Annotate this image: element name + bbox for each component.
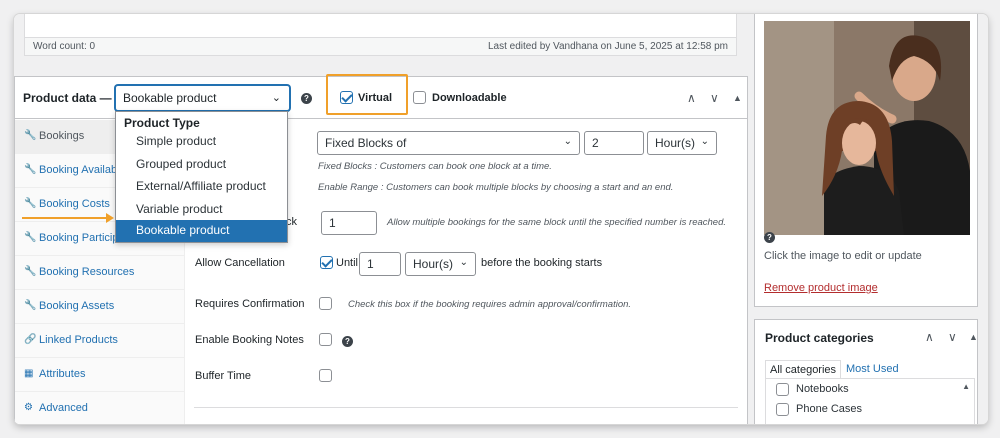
fixed-blocks-note: Fixed Blocks : Customers can book one bl… [318,161,552,172]
last-edited: Last edited by Vandhana on June 5, 2025 … [488,41,728,52]
block-unit-value: Hour(s) [655,136,696,150]
screenshot-frame: Word count: 0 Last edited by Vandhana on… [14,14,988,424]
requires-confirmation-checkbox[interactable] [319,297,332,310]
option-bookable-product[interactable]: Bookable product [116,220,287,242]
wrench-icon: 🔧 [24,232,37,243]
block-type-value: Fixed Blocks of [325,136,407,150]
max-bookings-per-block-input[interactable]: 1 [321,211,377,235]
chevron-down-icon: ⌄ [563,136,572,147]
buffer-time-checkbox[interactable] [319,369,332,382]
allow-cancellation-label: Allow Cancellation [195,257,285,269]
help-icon[interactable]: ? [764,232,775,243]
enable-booking-notes-label: Enable Booking Notes [195,334,304,346]
until-label: Until [336,257,359,269]
virtual-checkbox[interactable] [340,91,353,104]
tab-label: Booking Availab [39,164,118,176]
option-simple-product[interactable]: Simple product [116,131,287,153]
product-categories-panel: Product categories ∧ ∨ ▲ All categories … [754,319,978,424]
tab-advanced[interactable]: ⚙ Advanced [15,392,185,424]
cancellation-duration-input[interactable]: 1 [359,252,401,276]
wrench-icon: 🔧 [24,130,37,141]
list-icon: ▦ [24,368,34,379]
scroll-up-icon[interactable]: ▲ [962,382,970,391]
product-type-dropdown: Product Type Simple product Grouped prod… [115,111,288,243]
collapse-toggle-icon[interactable]: ▲ [733,93,742,103]
collapse-toggle-icon[interactable]: ▲ [969,332,978,342]
remove-product-image-link[interactable]: Remove product image [764,282,878,294]
tab-all-categories[interactable]: All categories [765,360,842,379]
image-edit-hint: Click the image to edit or update [764,250,922,262]
tab-booking-resources[interactable]: 🔧 Booking Resources [15,256,185,290]
product-categories-title: Product categories [765,331,874,345]
chevron-down-icon: ⌄ [271,92,281,104]
category-checkbox-notebooks[interactable] [776,383,789,396]
tab-label: Advanced [39,402,88,414]
downloadable-label: Downloadable [432,92,507,104]
tab-label: Linked Products [39,334,118,346]
tab-label: Bookings [39,130,85,142]
post-editor: Word count: 0 Last edited by Vandhana on… [24,14,737,56]
tab-label: Attributes [39,368,86,380]
tab-linked-products[interactable]: 🔗 Linked Products [15,324,185,358]
main-column: Word count: 0 Last edited by Vandhana on… [14,14,748,424]
product-data-title: Product data — [23,91,112,105]
option-variable-product[interactable]: Variable product [116,199,287,221]
tab-label: Booking Resources [39,266,135,278]
wrench-icon: 🔧 [24,198,37,209]
move-down-icon[interactable]: ∨ [948,330,957,344]
product-image[interactable] [764,21,970,235]
salon-photo-illustration [764,21,970,235]
tab-booking-assets[interactable]: 🔧 Booking Assets [15,290,185,324]
tab-label: Booking Costs [39,198,110,210]
tab-attributes[interactable]: ▦ Attributes [15,358,185,392]
tab-most-used[interactable]: Most Used [842,360,903,378]
word-count: Word count: 0 [33,41,96,52]
link-icon: 🔗 [24,334,37,345]
category-label: Notebooks [796,383,849,395]
enable-range-note: Enable Range : Customers can book multip… [318,182,674,193]
option-external-affiliate-product[interactable]: External/Affiliate product [116,176,287,198]
cancellation-suffix: before the booking starts [481,257,603,269]
downloadable-checkbox[interactable] [413,91,426,104]
tab-label: Booking Particip [39,232,119,244]
annotation-arrow [22,213,114,223]
gear-icon: ⚙ [24,402,33,413]
move-down-icon[interactable]: ∨ [710,91,719,105]
option-grouped-product[interactable]: Grouped product [116,154,287,176]
move-up-icon[interactable]: ∧ [687,91,696,105]
max-bookings-note: Allow multiple bookings for the same blo… [387,217,727,228]
help-icon[interactable]: ? [342,336,353,347]
move-up-icon[interactable]: ∧ [925,330,934,344]
sidebar-column: ? Click the image to edit or update Remo… [748,14,988,424]
chevron-down-icon: ⌄ [459,257,468,268]
category-checkbox-phone-cases[interactable] [776,403,789,416]
buffer-time-label: Buffer Time [195,370,252,382]
enable-booking-notes-checkbox[interactable] [319,333,332,346]
wrench-icon: 🔧 [24,266,37,277]
block-type-select[interactable]: Fixed Blocks of ⌄ [317,131,580,155]
chevron-down-icon: ⌄ [700,136,709,147]
product-type-select[interactable]: Bookable product ⌄ [115,85,290,111]
category-label: Phone Cases [796,403,863,415]
cancellation-unit-value: Hour(s) [413,257,454,271]
wrench-icon: 🔧 [24,164,37,175]
cancellation-unit-select[interactable]: Hour(s) ⌄ [405,252,476,276]
dropdown-group-label: Product Type [124,116,200,130]
allow-cancellation-checkbox[interactable] [320,256,333,269]
section-divider [194,407,738,408]
category-list: Notebooks Phone Cases ▲ [765,378,975,424]
tab-label: Booking Assets [39,300,115,312]
editor-status-bar: Word count: 0 Last edited by Vandhana on… [25,37,736,55]
block-unit-select[interactable]: Hour(s) ⌄ [647,131,717,155]
block-duration-input[interactable]: 2 [584,131,644,155]
virtual-label: Virtual [358,92,393,104]
help-icon[interactable]: ? [301,93,312,104]
product-type-value: Bookable product [123,91,217,105]
wrench-icon: 🔧 [24,300,37,311]
requires-confirmation-label: Requires Confirmation [195,298,305,310]
product-image-panel: ? Click the image to edit or update Remo… [754,14,978,307]
requires-confirmation-note: Check this box if the booking requires a… [348,299,632,310]
